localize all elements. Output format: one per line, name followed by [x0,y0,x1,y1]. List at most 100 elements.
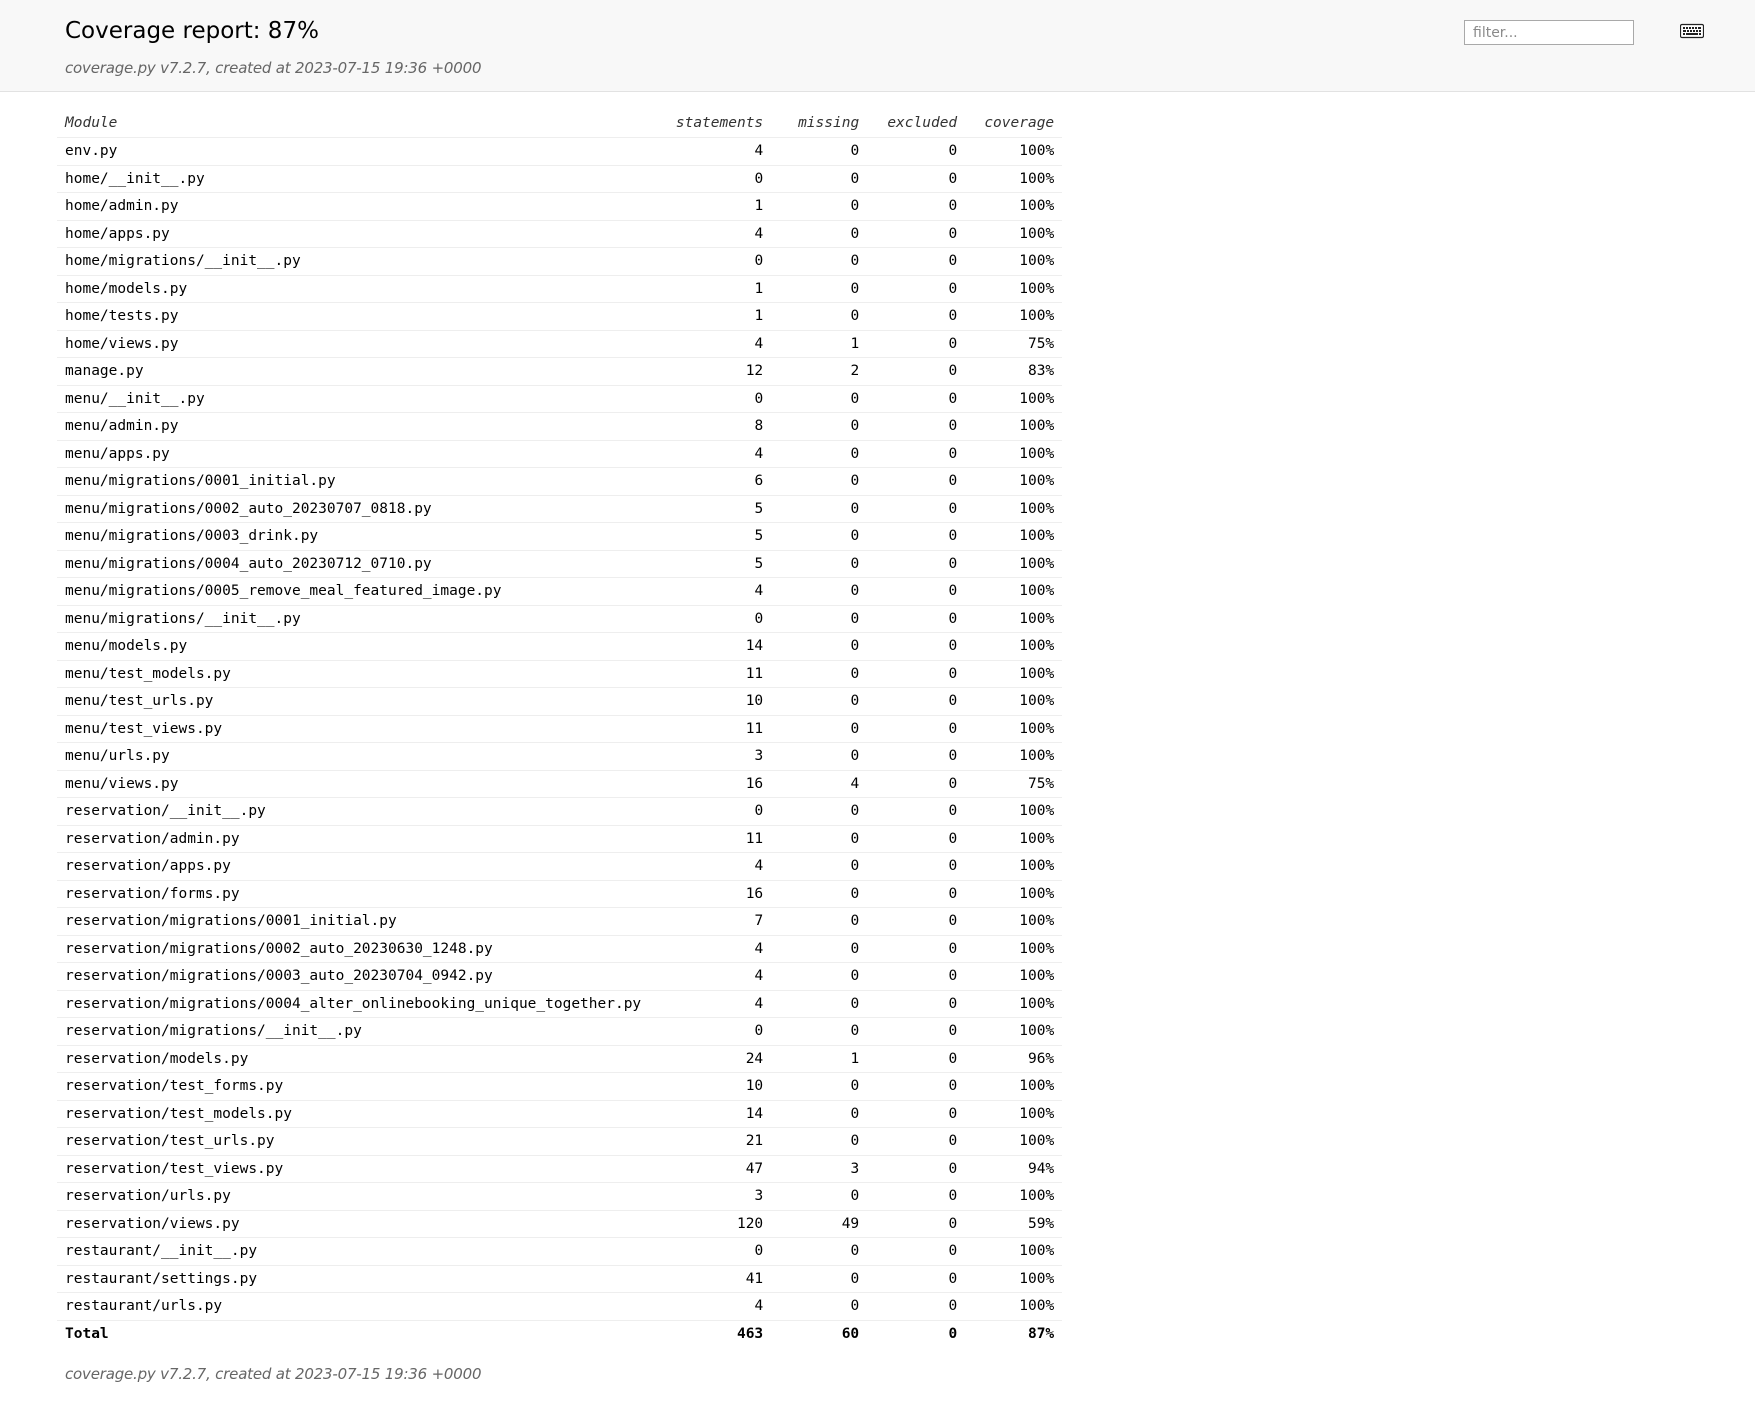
table-row: menu/apps.py 4 0 0 100% [57,440,1063,468]
module-link[interactable]: home/admin.py [57,193,649,221]
statements-cell: 11 [745,720,764,737]
module-link[interactable]: menu/urls.py [57,743,649,771]
module-link[interactable]: reservation/views.py [57,1210,649,1238]
keyboard-icon[interactable] [1680,22,1704,40]
missing-cell: 0 [850,995,860,1012]
module-link[interactable]: menu/test_views.py [57,715,649,743]
module-link[interactable]: menu/test_models.py [57,660,649,688]
coverage-cell: 96% [1027,1050,1055,1067]
statements-cell: 0 [754,1023,764,1040]
filter-input[interactable] [1464,20,1634,45]
module-link[interactable]: menu/test_urls.py [57,688,649,716]
column-header-missing[interactable]: missing [771,109,867,138]
module-link[interactable]: home/tests.py [57,303,649,331]
table-row: reservation/migrations/0002_auto_2023063… [57,935,1063,963]
module-link[interactable]: reservation/urls.py [57,1183,649,1211]
column-header-module[interactable]: Module [57,109,649,138]
module-link[interactable]: reservation/migrations/0004_alter_online… [57,990,649,1018]
coverage-cell: 100% [1019,1133,1055,1150]
table-row: menu/test_models.py 11 0 0 100% [57,660,1063,688]
module-link[interactable]: reservation/migrations/0001_initial.py [57,908,649,936]
module-link[interactable]: home/migrations/__init__.py [57,248,649,276]
coverage-cell: 100% [1019,830,1055,847]
missing-cell: 3 [850,1160,860,1177]
module-link[interactable]: reservation/__init__.py [57,798,649,826]
module-link[interactable]: reservation/admin.py [57,825,649,853]
column-header-coverage[interactable]: coverage [965,109,1062,138]
module-link[interactable]: menu/apps.py [57,440,649,468]
coverage-cell: 100% [1019,1105,1055,1122]
module-link[interactable]: restaurant/urls.py [57,1293,649,1321]
excluded-cell: 0 [948,665,958,682]
statements-cell: 0 [754,390,764,407]
module-link[interactable]: reservation/migrations/__init__.py [57,1018,649,1046]
statements-cell: 1 [754,308,764,325]
table-row: reservation/test_forms.py 10 0 0 100% [57,1072,1063,1101]
module-link[interactable]: reservation/test_views.py [57,1155,649,1183]
missing-cell: 4 [850,775,860,792]
statements-cell: 41 [745,1270,764,1287]
module-link[interactable]: menu/migrations/0004_auto_20230712_0710.… [57,550,649,578]
module-link[interactable]: reservation/migrations/0003_auto_2023070… [57,963,649,991]
excluded-cell: 0 [948,335,958,352]
statements-cell: 0 [754,1243,764,1260]
module-link[interactable]: menu/migrations/0001_initial.py [57,468,649,496]
excluded-cell: 0 [948,583,958,600]
module-link[interactable]: reservation/apps.py [57,853,649,881]
module-link[interactable]: reservation/test_models.py [57,1100,649,1128]
statements-cell: 4 [754,1298,764,1315]
module-link[interactable]: reservation/migrations/0002_auto_2023063… [57,935,649,963]
module-link[interactable]: manage.py [57,358,649,386]
module-link[interactable]: reservation/test_urls.py [57,1128,649,1156]
table-row: manage.py 12 2 0 83% [57,357,1063,386]
excluded-cell: 0 [948,170,958,187]
module-link[interactable]: menu/models.py [57,633,649,661]
table-row: home/tests.py 1 0 0 100% [57,302,1063,331]
excluded-cell: 0 [948,198,958,215]
module-link[interactable]: menu/views.py [57,770,649,798]
module-link[interactable]: menu/migrations/0003_drink.py [57,523,649,551]
missing-cell: 0 [850,170,860,187]
excluded-cell: 0 [948,1105,958,1122]
missing-cell: 0 [850,225,860,242]
module-link[interactable]: menu/migrations/0002_auto_20230707_0818.… [57,495,649,523]
missing-cell: 0 [850,1023,860,1040]
module-link[interactable]: menu/__init__.py [57,385,649,413]
module-link[interactable]: home/__init__.py [57,165,649,193]
missing-cell: 0 [850,308,860,325]
module-link[interactable]: reservation/test_forms.py [57,1073,649,1101]
statements-cell: 4 [754,143,764,160]
excluded-cell: 0 [948,1298,958,1315]
module-link[interactable]: home/models.py [57,275,649,303]
table-row: reservation/migrations/0001_initial.py 7 0… [57,907,1063,936]
table-row: reservation/models.py 24 1 0 96% [57,1045,1063,1073]
statements-cell: 8 [754,418,764,435]
report-meta: coverage.py v7.2.7, created at 2023-07-1… [65,59,482,77]
module-link[interactable]: restaurant/__init__.py [57,1238,649,1266]
table-row: menu/admin.py 8 0 0 100% [57,412,1063,441]
module-link[interactable]: reservation/models.py [57,1045,649,1073]
module-link[interactable]: menu/migrations/0005_remove_meal_feature… [57,578,649,606]
column-header-excluded[interactable]: excluded [867,109,965,138]
statements-cell: 21 [745,1133,764,1150]
missing-cell: 0 [850,253,860,270]
table-row: menu/migrations/0004_auto_20230712_0710.… [57,550,1063,578]
module-link[interactable]: home/apps.py [57,220,649,248]
missing-cell: 0 [850,610,860,627]
coverage-cell: 100% [1019,198,1055,215]
module-link[interactable]: env.py [57,138,649,166]
coverage-cell: 100% [1019,253,1055,270]
module-link[interactable]: menu/admin.py [57,413,649,441]
module-link[interactable]: reservation/forms.py [57,880,649,908]
column-header-statements[interactable]: statements [649,109,771,138]
table-row: env.py 4 0 0 100% [57,137,1063,166]
excluded-cell: 0 [948,143,958,160]
excluded-cell: 0 [948,363,958,380]
coverage-cell: 100% [1019,748,1055,765]
missing-cell: 0 [850,500,860,517]
module-link[interactable]: restaurant/settings.py [57,1265,649,1293]
module-link[interactable]: menu/migrations/__init__.py [57,605,649,633]
module-link[interactable]: home/views.py [57,330,649,358]
statements-cell: 10 [745,1078,764,1095]
excluded-cell: 0 [948,720,958,737]
